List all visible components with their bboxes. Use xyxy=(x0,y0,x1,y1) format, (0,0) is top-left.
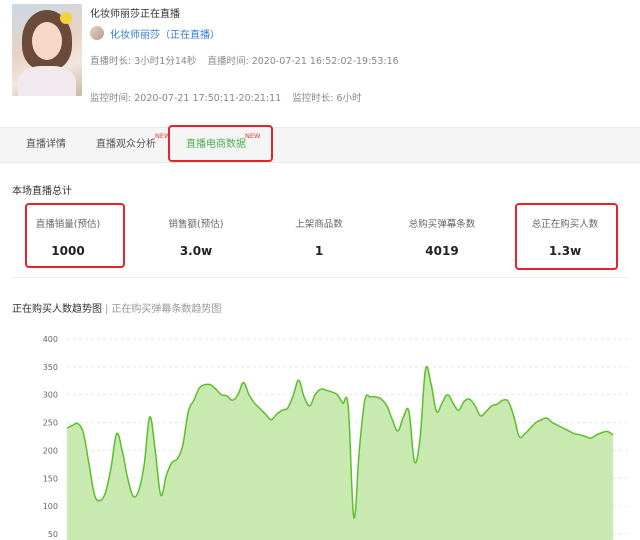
live-duration-row: 直播时长: 3小时1分14秒 直播时间: 2020-07-21 16:52:02… xyxy=(90,53,407,67)
live-time-value: 2020-07-21 16:52:02-19:53:16 xyxy=(251,56,399,67)
streamer-avatar[interactable] xyxy=(12,4,82,96)
y-tick-label: 300 xyxy=(43,391,58,400)
anchor-avatar-icon xyxy=(90,26,104,40)
monitor-time-label: 监控时间: xyxy=(90,93,132,104)
y-tick-label: 150 xyxy=(43,474,58,483)
monitor-time-value: 2020-07-21 17:50:11-20:21:11 xyxy=(134,93,282,104)
chart-area xyxy=(67,366,613,540)
divider xyxy=(12,277,628,278)
stat-label: 总购买弹幕条数 xyxy=(408,219,476,230)
stat-sales-amount: 销售额(预估) 3.0w xyxy=(136,210,256,258)
monitor-duration-value: 6小时 xyxy=(336,93,362,104)
summary-title: 本场直播总计 xyxy=(12,186,72,197)
live-title: 化妆师丽莎正在直播 xyxy=(90,9,180,20)
stat-value: 4019 xyxy=(425,244,459,258)
y-tick-label: 400 xyxy=(43,335,58,344)
tab-bar: 直播详情 直播观众分析 NEW 直播电商数据 NEW xyxy=(0,127,640,163)
stat-label: 销售额(预估) xyxy=(168,219,224,230)
highlight-box-sales xyxy=(25,203,125,268)
chart-tabs: 正在购买人数趋势图 | 正在购买弹幕条数趋势图 xyxy=(12,300,221,315)
y-tick-label: 200 xyxy=(43,446,58,455)
live-duration-value: 3小时1分14秒 xyxy=(134,56,197,67)
buyers-trend-chart: 50 100 150 200 250 300 350 400 xyxy=(43,335,628,540)
anchor-name-link[interactable]: 化妆师丽莎（正在直播） xyxy=(110,26,220,41)
live-time-label: 直播时间: xyxy=(207,56,249,67)
stat-label: 上架商品数 xyxy=(295,219,343,230)
stat-value: 3.0w xyxy=(179,244,213,258)
live-header: 化妆师丽莎正在直播 化妆师丽莎（正在直播） 直播时长: 3小时1分14秒 直播时… xyxy=(0,0,640,127)
highlight-box-tab xyxy=(168,125,273,162)
chart-y-ticks: 50 100 150 200 250 300 350 400 xyxy=(43,335,58,539)
chart-tab-buyers[interactable]: 正在购买人数趋势图 xyxy=(12,304,102,315)
y-tick-label: 350 xyxy=(43,363,58,372)
tab-audience-analysis[interactable]: 直播观众分析 xyxy=(96,128,156,162)
highlight-box-buyers xyxy=(515,203,618,270)
live-duration-label: 直播时长: xyxy=(90,56,132,67)
stat-purchase-comments: 总购买弹幕条数 4019 xyxy=(382,210,502,258)
monitor-row: 监控时间: 2020-07-21 17:50:11-20:21:11 监控时长:… xyxy=(90,90,370,104)
stat-value: 1 xyxy=(314,244,324,258)
anchor-row[interactable]: 化妆师丽莎（正在直播） xyxy=(90,24,220,42)
stat-products-listed: 上架商品数 1 xyxy=(259,210,379,258)
y-tick-label: 50 xyxy=(48,530,58,539)
chart-tab-comments[interactable]: 正在购买弹幕条数趋势图 xyxy=(111,304,221,315)
tab-live-details[interactable]: 直播详情 xyxy=(26,128,66,162)
monitor-duration-label: 监控时长: xyxy=(292,93,334,104)
y-tick-label: 100 xyxy=(43,502,58,511)
chart-tab-separator: | xyxy=(105,304,109,315)
y-tick-label: 250 xyxy=(43,419,58,428)
